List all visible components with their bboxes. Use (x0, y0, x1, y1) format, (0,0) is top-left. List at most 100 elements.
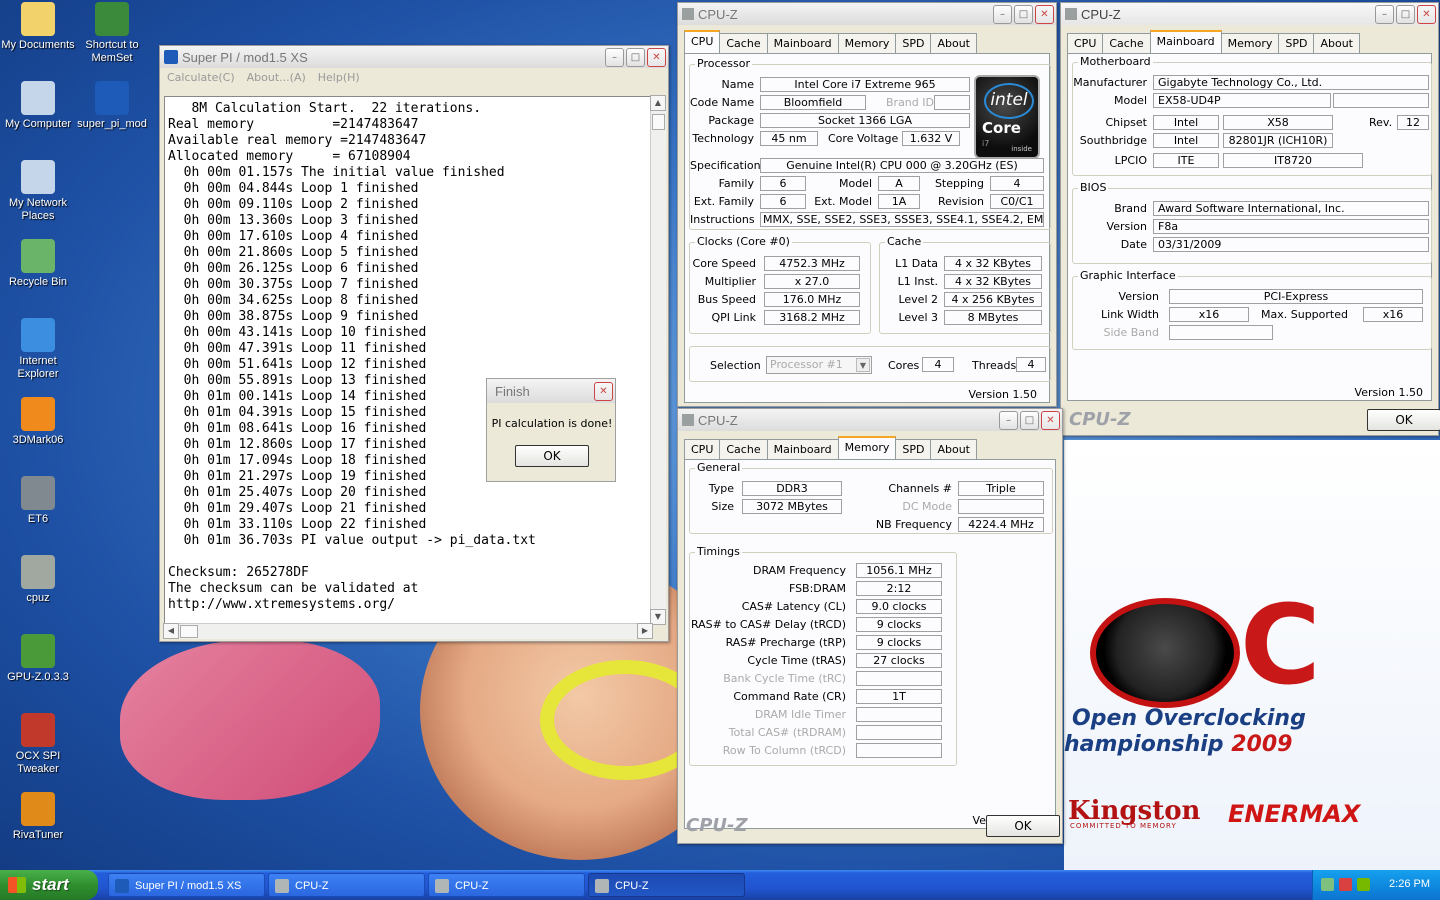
taskbar-button-cpuz-2[interactable]: CPU-Z (428, 873, 585, 897)
tray-network-icon[interactable] (1321, 878, 1334, 891)
taskbar-button-label: CPU-Z (455, 880, 489, 892)
finish-titlebar[interactable]: Finish ✕ (487, 379, 615, 403)
taskbar-button-cpuz-1[interactable]: CPU-Z (268, 873, 425, 897)
nb-frequency-label: NB Frequency (875, 518, 952, 531)
tab-memory[interactable]: Memory (1220, 33, 1280, 53)
tab-spd[interactable]: SPD (895, 33, 932, 53)
minimize-button[interactable]: – (605, 47, 624, 67)
taskbar-button-superpi[interactable]: Super PI / mod1.5 XS (108, 873, 265, 897)
ok-button[interactable]: OK (986, 815, 1060, 837)
menu-about[interactable]: About...(A) (247, 71, 306, 84)
desktop-icon-cpuz[interactable]: cpuz (0, 555, 76, 605)
desktop-icon-folder-documents[interactable]: My Documents (0, 2, 76, 52)
ok-button[interactable]: OK (1367, 409, 1440, 431)
scroll-right-button[interactable]: ▶ (637, 623, 653, 639)
cpuz-titlebar[interactable]: CPU-Z – □ ✕ (678, 409, 1062, 431)
tab-about[interactable]: About (1313, 33, 1360, 53)
close-button[interactable]: ✕ (1417, 4, 1436, 24)
tab-mainboard[interactable]: Mainboard (766, 33, 839, 53)
maximize-button[interactable]: □ (1396, 4, 1415, 24)
tab-spd[interactable]: SPD (1278, 33, 1315, 53)
cache-group-label: Cache (885, 235, 924, 248)
timing-label: Cycle Time (tRAS) (747, 654, 846, 667)
minimize-button[interactable]: – (999, 410, 1018, 430)
tab-about[interactable]: About (930, 439, 977, 459)
desktop-icon-network[interactable]: My Network Places (0, 160, 76, 223)
threads-label: Threads (972, 359, 1017, 372)
minimize-button[interactable]: – (1375, 4, 1394, 24)
maximize-button[interactable]: □ (1014, 4, 1033, 24)
desktop-icon-computer[interactable]: My Computer (0, 81, 76, 131)
desktop-icon-memory-chip[interactable]: Shortcut to MemSet (74, 2, 150, 65)
finish-close-button[interactable]: ✕ (594, 381, 613, 401)
menu-help[interactable]: Help(H) (318, 71, 360, 84)
mainboard-tab-panel: Motherboard Manufacturer Gigabyte Techno… (1067, 53, 1432, 401)
mb-model-value: EX58-UD4P (1153, 93, 1331, 108)
tab-memory[interactable]: Memory (837, 436, 897, 459)
hscroll-thumb[interactable] (180, 625, 198, 638)
console-line: 0h 00m 43.141s Loop 10 finished (168, 325, 427, 340)
memory-tab-panel: General Type DDR3 Size 3072 MBytes Chann… (684, 459, 1056, 829)
console-line: Allocated memory = 67108904 (168, 149, 411, 164)
superpi-output[interactable]: 8M Calculation Start. 22 iterations. Real… (164, 96, 652, 626)
cpuz-titlebar[interactable]: CPU-Z – □ ✕ (678, 3, 1056, 25)
close-button[interactable]: ✕ (1035, 4, 1054, 24)
scroll-left-button[interactable]: ◀ (163, 623, 179, 639)
close-button[interactable]: ✕ (647, 47, 666, 67)
tab-spd[interactable]: SPD (895, 439, 932, 459)
minimize-button[interactable]: – (993, 4, 1012, 24)
desktop-icon-3dmark[interactable]: 3DMark06 (0, 397, 76, 447)
start-label: start (32, 875, 69, 894)
desktop-icon-gpuz[interactable]: GPU-Z.0.3.3 (0, 634, 76, 684)
maximize-button[interactable]: □ (1020, 410, 1039, 430)
tab-memory[interactable]: Memory (837, 33, 897, 53)
taskbar-button-cpuz-3[interactable]: CPU-Z (588, 873, 745, 897)
superpi-titlebar[interactable]: Super PI / mod1.5 XS – □ ✕ (160, 46, 668, 68)
nb-frequency-value: 4224.4 MHz (958, 517, 1044, 532)
cpuz-tabs: CPU Cache Mainboard Memory SPD About (678, 30, 1056, 53)
desktop-icon-ocx-spi[interactable]: OCX SPI Tweaker (0, 713, 76, 776)
tab-mainboard[interactable]: Mainboard (766, 439, 839, 459)
desktop-icon-internet-explorer[interactable]: Internet Explorer (0, 318, 76, 381)
windows-logo-icon (8, 877, 26, 893)
vertical-scrollbar[interactable]: ▲ ▼ (650, 95, 666, 625)
tray-security-icon[interactable] (1339, 878, 1352, 891)
mb-model-extra (1333, 93, 1429, 108)
max-supported-value: x16 (1363, 307, 1423, 322)
scroll-thumb[interactable] (652, 114, 665, 130)
processor-select[interactable]: Processor #1 ▼ (766, 356, 872, 374)
tab-about[interactable]: About (930, 33, 977, 53)
tab-cpu[interactable]: CPU (1067, 33, 1104, 53)
ocx-spi-icon (21, 713, 55, 747)
maximize-button[interactable]: □ (626, 47, 645, 67)
tab-cpu[interactable]: CPU (684, 30, 721, 53)
menu-calculate[interactable]: Calculate(C) (167, 71, 235, 84)
wallpaper-figure (120, 640, 380, 800)
cpuz-icon (275, 879, 289, 893)
tab-cpu[interactable]: CPU (684, 439, 721, 459)
desktop-icon-super-pi[interactable]: super_pi_mod (74, 81, 150, 131)
bios-date-label: Date (1120, 238, 1147, 251)
tab-cache[interactable]: Cache (1102, 33, 1151, 53)
level2-value: 4 x 256 KBytes (944, 292, 1042, 307)
timing-label: RAS# to CAS# Delay (tRCD) (690, 618, 846, 631)
chevron-down-icon[interactable]: ▼ (856, 358, 870, 372)
tab-cache[interactable]: Cache (719, 33, 768, 53)
scroll-up-button[interactable]: ▲ (650, 95, 666, 111)
tab-mainboard[interactable]: Mainboard (1149, 30, 1222, 53)
super-pi-icon (115, 879, 129, 893)
start-button[interactable]: start (0, 870, 98, 900)
tab-cache[interactable]: Cache (719, 439, 768, 459)
desktop-icon-rivatuner[interactable]: RivaTuner (0, 792, 76, 842)
horizontal-scrollbar[interactable]: ◀ ▶ (163, 623, 653, 639)
taskbar-clock[interactable]: 2:26 PM (1389, 878, 1430, 890)
cpuz-titlebar[interactable]: CPU-Z – □ ✕ (1061, 3, 1438, 25)
timing-value: 1T (856, 689, 942, 704)
desktop-icon-et6[interactable]: ET6 (0, 476, 76, 526)
desktop-icon-recycle-bin[interactable]: Recycle Bin (0, 239, 76, 289)
finish-ok-button[interactable]: OK (515, 445, 589, 467)
close-button[interactable]: ✕ (1041, 410, 1060, 430)
et6-icon (21, 476, 55, 510)
intel-logo-i7: i7 (982, 139, 990, 148)
tray-nvidia-icon[interactable] (1357, 878, 1370, 891)
